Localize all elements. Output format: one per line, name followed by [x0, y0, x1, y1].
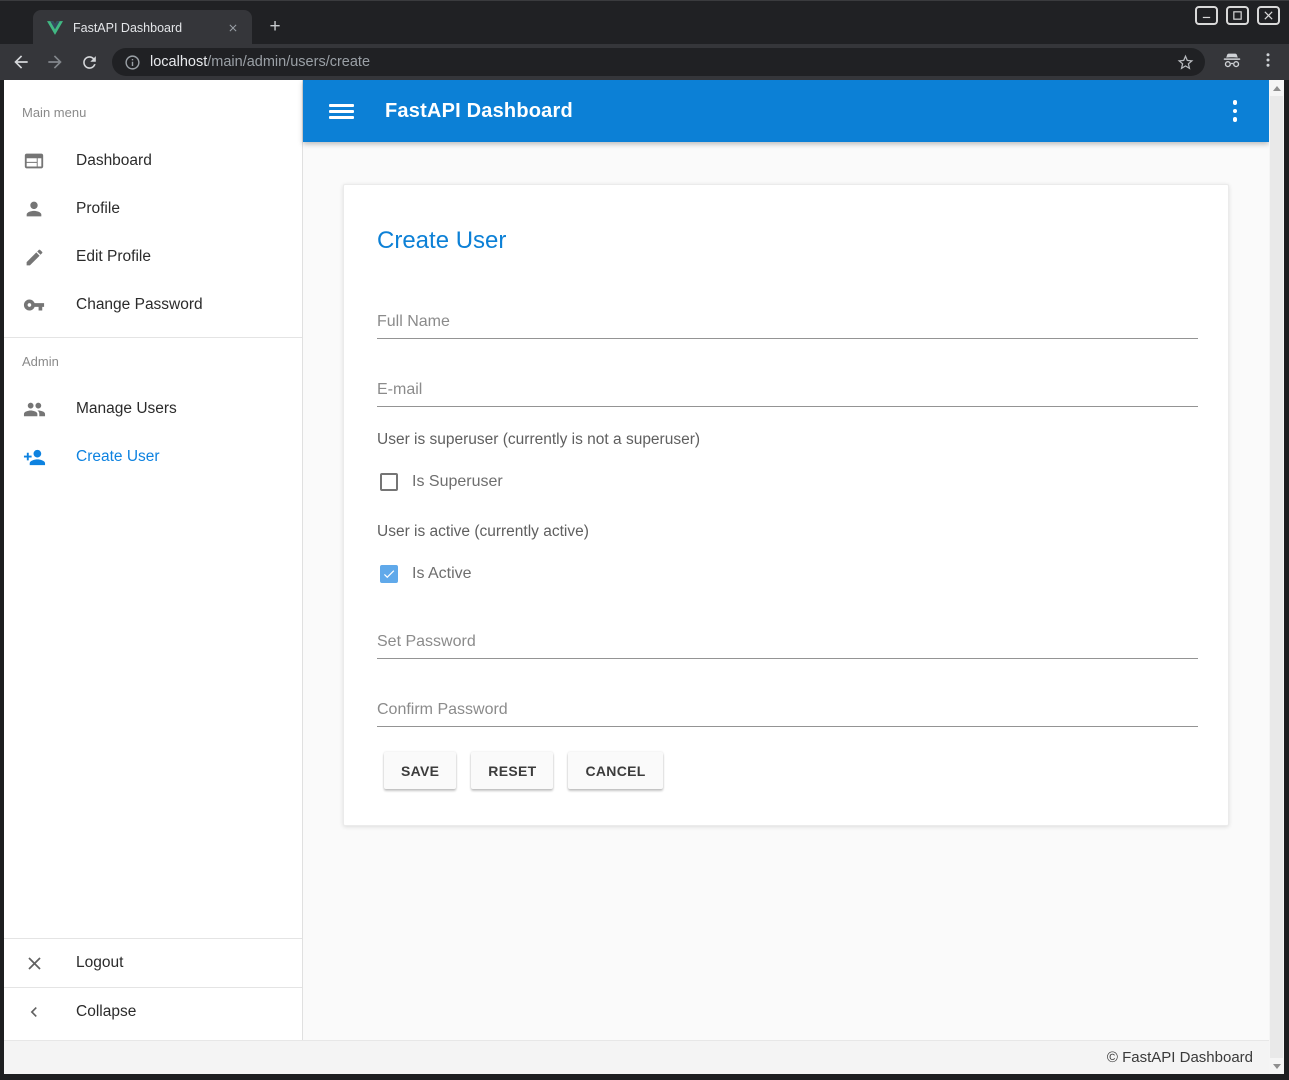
forward-icon[interactable]	[42, 49, 68, 75]
email-input[interactable]	[377, 374, 1198, 407]
active-note: User is active (currently active)	[377, 523, 589, 541]
url-host: localhost	[150, 54, 207, 70]
superuser-note: User is superuser (currently is not a su…	[377, 431, 700, 449]
bookmark-star-icon[interactable]	[1176, 53, 1195, 72]
form-buttons: SAVE RESET CANCEL	[384, 752, 663, 789]
check-icon	[382, 567, 396, 581]
sidebar-item-label: Create User	[76, 448, 160, 466]
chevron-left-icon	[22, 1000, 46, 1024]
is-superuser-checkbox[interactable]	[380, 473, 398, 491]
cancel-button[interactable]: CANCEL	[568, 752, 662, 789]
sidebar-item-create-user[interactable]: Create User	[4, 433, 302, 481]
reload-icon[interactable]	[76, 49, 102, 75]
sidebar-item-logout[interactable]: Logout	[4, 939, 302, 987]
page-footer: © FastAPI Dashboard	[4, 1040, 1269, 1074]
person-icon	[22, 197, 46, 221]
set-password-field-wrap	[377, 626, 1198, 659]
site-info-icon[interactable]	[124, 54, 141, 71]
close-button[interactable]	[1257, 6, 1280, 25]
people-icon	[22, 397, 46, 421]
vue-favicon-icon	[47, 21, 63, 35]
form-title: Create User	[377, 227, 506, 255]
key-icon	[22, 293, 46, 317]
scrollbar-down-icon[interactable]	[1269, 1058, 1284, 1074]
is-active-checkbox-row[interactable]: Is Active	[380, 565, 472, 583]
sidebar-item-dashboard[interactable]: Dashboard	[4, 137, 302, 185]
appbar-title: FastAPI Dashboard	[385, 100, 573, 123]
save-button[interactable]: SAVE	[384, 752, 456, 789]
browser-toolbar: localhost/main/admin/users/create	[0, 44, 1289, 80]
sidebar-item-collapse[interactable]: Collapse	[4, 988, 302, 1036]
sidebar-item-manage-users[interactable]: Manage Users	[4, 385, 302, 433]
create-user-card: Create User User is superuser (currently…	[343, 184, 1229, 826]
url-text: localhost/main/admin/users/create	[150, 54, 1176, 70]
close-x-icon	[22, 951, 46, 975]
sidebar-item-edit-profile[interactable]: Edit Profile	[4, 233, 302, 281]
sidebar-item-label: Dashboard	[76, 152, 152, 170]
toolbar-right-icons	[1221, 49, 1277, 71]
sidebar-item-label: Edit Profile	[76, 248, 151, 266]
browser-tab[interactable]: FastAPI Dashboard	[33, 10, 252, 45]
sidebar-section-main-menu: Main menu	[22, 105, 86, 120]
sidebar-section-admin: Admin	[22, 354, 59, 369]
incognito-icon	[1221, 49, 1243, 71]
person-add-icon	[22, 445, 46, 469]
confirm-password-field-wrap	[377, 694, 1198, 727]
sidebar-item-change-password[interactable]: Change Password	[4, 281, 302, 329]
is-active-checkbox[interactable]	[380, 565, 398, 583]
sidebar-item-profile[interactable]: Profile	[4, 185, 302, 233]
browser-menu-icon[interactable]	[1259, 51, 1277, 69]
sidebar-item-label: Change Password	[76, 296, 203, 314]
url-path: /main/admin/users/create	[207, 54, 370, 70]
address-bar[interactable]: localhost/main/admin/users/create	[112, 48, 1205, 76]
sidebar-item-label: Logout	[76, 954, 123, 972]
confirm-password-input[interactable]	[377, 694, 1198, 727]
scrollbar-thumb[interactable]	[1270, 96, 1283, 1058]
sidebar-divider	[4, 337, 302, 338]
dashboard-icon	[22, 149, 46, 173]
copyright-text: © FastAPI Dashboard	[1107, 1049, 1253, 1066]
set-password-input[interactable]	[377, 626, 1198, 659]
new-tab-button[interactable]: +	[262, 14, 288, 40]
tab-close-icon[interactable]	[224, 19, 242, 37]
sidebar: Main menu Dashboard Profile Edit Profile	[4, 80, 303, 1040]
is-superuser-label: Is Superuser	[412, 473, 503, 491]
appbar: FastAPI Dashboard	[303, 80, 1269, 142]
is-active-label: Is Active	[412, 565, 472, 583]
maximize-button[interactable]	[1226, 6, 1249, 25]
pencil-icon	[22, 245, 46, 269]
back-icon[interactable]	[8, 49, 34, 75]
reset-button[interactable]: RESET	[471, 752, 553, 789]
page-scrollbar[interactable]	[1269, 80, 1284, 1074]
minimize-button[interactable]	[1195, 6, 1218, 25]
sidebar-item-label: Manage Users	[76, 400, 177, 418]
sidebar-item-label: Collapse	[76, 1003, 136, 1021]
appbar-menu-icon[interactable]	[1227, 97, 1243, 125]
browser-window: FastAPI Dashboard +	[0, 0, 1289, 1080]
full-name-field-wrap	[377, 306, 1198, 339]
sidebar-item-label: Profile	[76, 200, 120, 218]
email-field-wrap	[377, 374, 1198, 407]
scrollbar-up-icon[interactable]	[1269, 80, 1284, 96]
window-controls	[1195, 6, 1280, 25]
is-superuser-checkbox-row[interactable]: Is Superuser	[380, 473, 503, 491]
hamburger-menu-icon[interactable]	[329, 104, 354, 119]
full-name-input[interactable]	[377, 306, 1198, 339]
tab-title: FastAPI Dashboard	[73, 21, 224, 35]
browser-titlebar: FastAPI Dashboard +	[0, 0, 1289, 44]
page-content: Main menu Dashboard Profile Edit Profile	[4, 80, 1284, 1074]
